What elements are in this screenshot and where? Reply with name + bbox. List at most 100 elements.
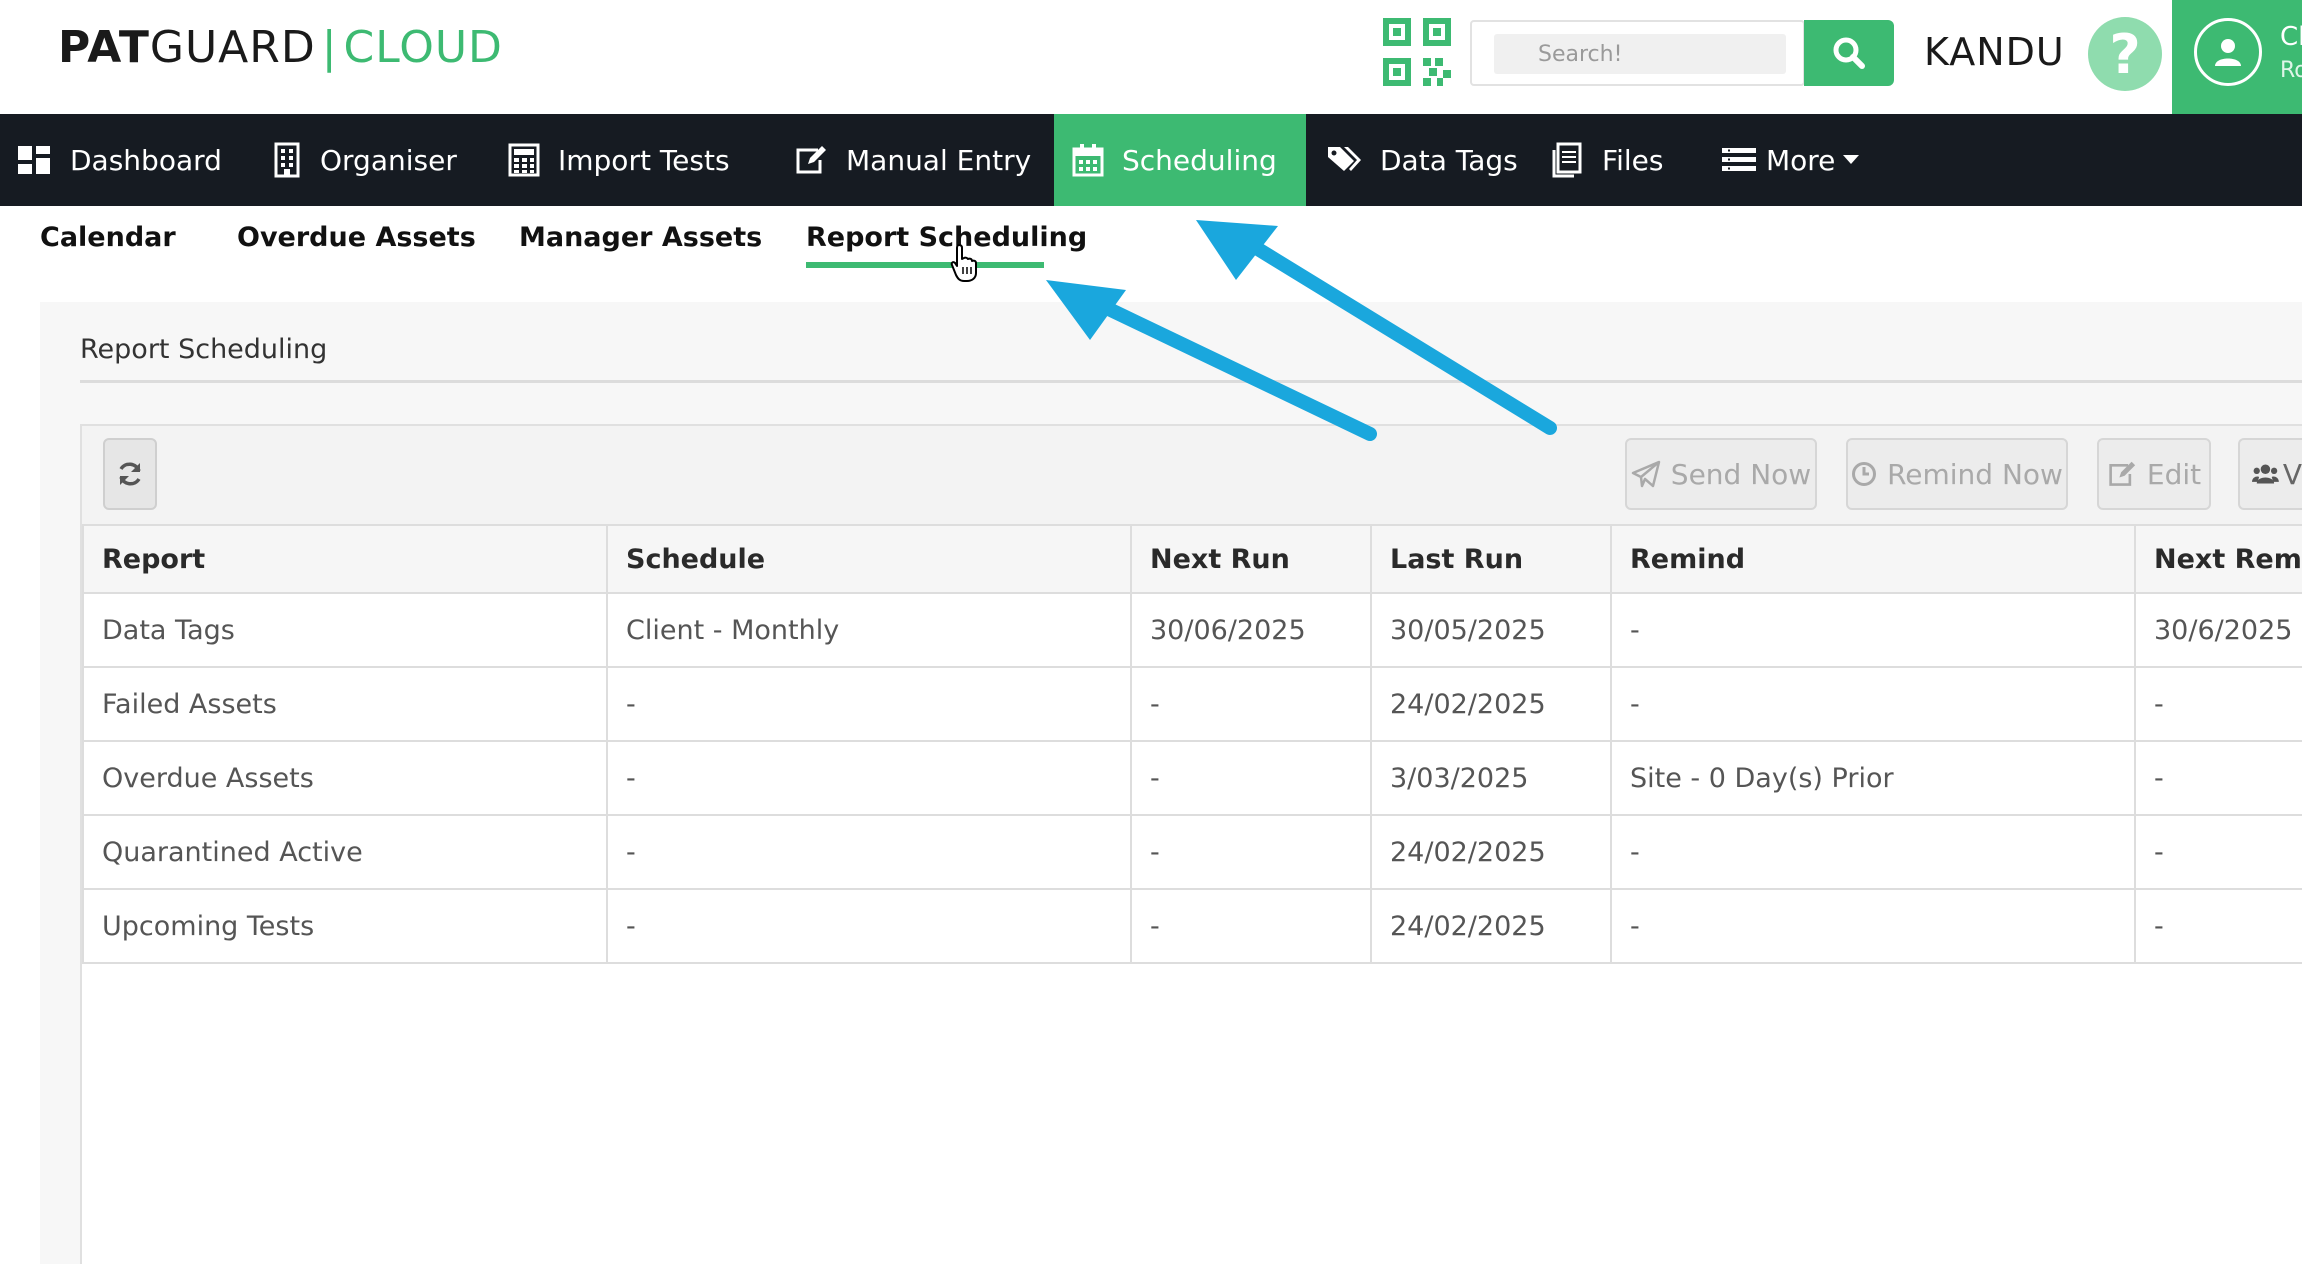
logo-separator: |: [321, 22, 338, 73]
cell-remind: -: [1610, 592, 2136, 668]
cell-next-remind: -: [2134, 814, 2302, 890]
paper-plane-icon: [1631, 460, 1661, 488]
cell-next-run: -: [1130, 666, 1372, 742]
report-schedule-table: Report Schedule Next Run Last Run Remind…: [82, 524, 2302, 964]
cell-next-remind: 30/6/2025: [2134, 592, 2302, 668]
remind-now-label: Remind Now: [1887, 457, 2063, 491]
view-recipients-button[interactable]: V: [2238, 438, 2302, 510]
column-header-next-remind[interactable]: Next Remin: [2134, 524, 2302, 594]
table-row[interactable]: Data Tags Client - Monthly 30/06/2025 30…: [82, 592, 2302, 668]
organisation-name[interactable]: KANDU: [1924, 30, 2065, 74]
nav-data-tags[interactable]: Data Tags: [1326, 114, 1518, 206]
page-title: Report Scheduling: [80, 334, 328, 365]
table-row[interactable]: Overdue Assets - - 3/03/2025 Site - 0 Da…: [82, 740, 2302, 816]
search-icon: [1833, 37, 1865, 69]
refresh-button[interactable]: [103, 438, 157, 510]
cell-next-run: -: [1130, 740, 1372, 816]
question-icon: ?: [2109, 22, 2141, 86]
nav-files[interactable]: Files: [1550, 114, 1663, 206]
column-header-schedule[interactable]: Schedule: [606, 524, 1132, 594]
users-icon: [2252, 464, 2279, 484]
dashboard-icon: [18, 146, 50, 174]
nav-scheduling[interactable]: Scheduling: [1054, 114, 1306, 206]
cell-remind: Site - 0 Day(s) Prior: [1610, 740, 2136, 816]
cell-last-run: 24/02/2025: [1370, 888, 1612, 964]
nav-manual-entry[interactable]: Manual Entry: [794, 114, 1031, 206]
cell-remind: -: [1610, 814, 2136, 890]
cell-schedule: -: [606, 888, 1132, 964]
cell-remind: -: [1610, 888, 2136, 964]
user-avatar: [2194, 18, 2262, 86]
nav-label: Organiser: [320, 143, 457, 177]
nav-label: Files: [1602, 143, 1664, 177]
column-header-remind[interactable]: Remind: [1610, 524, 2136, 594]
tags-icon: [1328, 147, 1361, 171]
cell-next-run: -: [1130, 814, 1372, 890]
main-navigation: Dashboard Organiser Import Tests Manual …: [0, 114, 2302, 206]
nav-more[interactable]: More: [1722, 114, 1860, 206]
send-now-button[interactable]: Send Now: [1625, 438, 1817, 510]
search-input[interactable]: [1494, 34, 1786, 74]
subnav-manager-assets[interactable]: Manager Assets: [519, 222, 762, 253]
files-icon: [1552, 142, 1582, 178]
user-role: Ro: [2280, 58, 2302, 83]
nav-organiser[interactable]: Organiser: [272, 114, 457, 206]
building-icon: [274, 142, 300, 178]
cell-report: Overdue Assets: [82, 740, 608, 816]
search-button[interactable]: [1804, 20, 1894, 86]
cell-report: Upcoming Tests: [82, 888, 608, 964]
subnav-report-scheduling[interactable]: Report Scheduling: [806, 222, 1087, 253]
title-divider: [80, 380, 2302, 383]
remind-now-button[interactable]: Remind Now: [1846, 438, 2068, 510]
column-header-last-run[interactable]: Last Run: [1370, 524, 1612, 594]
cell-next-remind: -: [2134, 666, 2302, 742]
calculator-icon: [508, 143, 540, 177]
cell-report: Data Tags: [82, 592, 608, 668]
nav-label: Data Tags: [1380, 143, 1518, 177]
cell-report: Failed Assets: [82, 666, 608, 742]
app-logo[interactable]: PATGUARD | CLOUD: [58, 22, 503, 73]
table-row[interactable]: Upcoming Tests - - 24/02/2025 - -: [82, 888, 2302, 964]
cell-last-run: 24/02/2025: [1370, 666, 1612, 742]
nav-dashboard[interactable]: Dashboard: [16, 114, 222, 206]
cell-next-remind: -: [2134, 740, 2302, 816]
cell-next-remind: -: [2134, 888, 2302, 964]
cell-schedule: -: [606, 740, 1132, 816]
refresh-icon: [119, 462, 141, 486]
cell-next-run: -: [1130, 888, 1372, 964]
subnav-calendar[interactable]: Calendar: [40, 222, 176, 253]
qr-code-icon[interactable]: [1383, 18, 1451, 86]
cell-last-run: 3/03/2025: [1370, 740, 1612, 816]
cell-last-run: 24/02/2025: [1370, 814, 1612, 890]
edit-button[interactable]: Edit: [2097, 438, 2211, 510]
column-header-report[interactable]: Report: [82, 524, 608, 594]
send-now-label: Send Now: [1670, 457, 1812, 491]
logo-cloud: CLOUD: [343, 22, 503, 73]
logo-guard: GUARD: [149, 22, 316, 73]
edit-icon: [796, 146, 826, 174]
logo-pat: PAT: [58, 22, 150, 73]
user-menu[interactable]: Cl Ro: [2172, 0, 2302, 114]
table-row[interactable]: Failed Assets - - 24/02/2025 - -: [82, 666, 2302, 742]
subnav-overdue-assets[interactable]: Overdue Assets: [237, 222, 476, 253]
nav-label: Import Tests: [558, 143, 730, 177]
cell-schedule: -: [606, 814, 1132, 890]
nav-label: Manual Entry: [846, 143, 1032, 177]
cell-report: Quarantined Active: [82, 814, 608, 890]
table-row[interactable]: Quarantined Active - - 24/02/2025 - -: [82, 814, 2302, 890]
edit-label: Edit: [2146, 457, 2202, 491]
column-header-next-run[interactable]: Next Run: [1130, 524, 1372, 594]
nav-label: Dashboard: [70, 143, 222, 177]
top-header: PATGUARD | CLOUD Search! KANDU ? Cl Ro: [0, 0, 2302, 114]
nav-import-tests[interactable]: Import Tests: [508, 114, 730, 206]
caret-down-icon: [1843, 155, 1860, 164]
nav-label: Scheduling: [1122, 143, 1277, 177]
menu-icon: [1722, 148, 1756, 171]
help-button[interactable]: ?: [2088, 17, 2162, 91]
calendar-icon: [1072, 144, 1104, 177]
active-tab-indicator: [806, 262, 1044, 268]
user-name: Cl: [2280, 22, 2302, 52]
cell-remind: -: [1610, 666, 2136, 742]
hand-cursor-icon: [950, 244, 977, 282]
cell-next-run: 30/06/2025: [1130, 592, 1372, 668]
